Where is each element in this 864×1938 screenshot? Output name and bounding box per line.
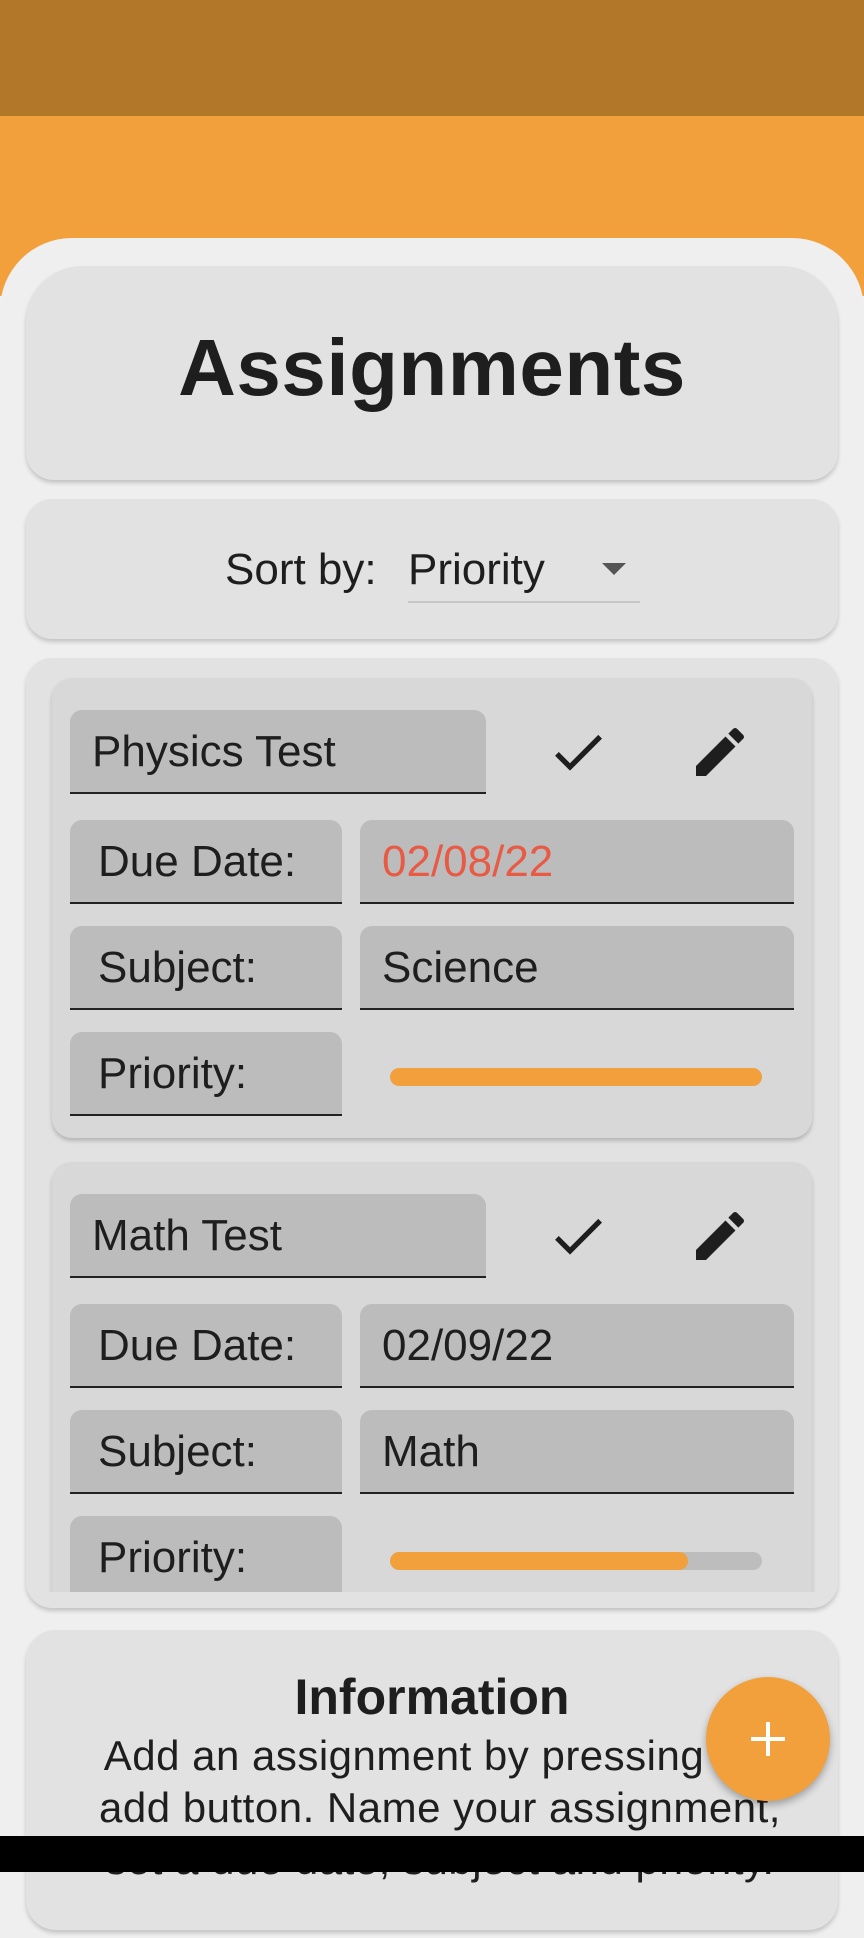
edit-button[interactable] — [688, 720, 752, 784]
sort-dropdown[interactable]: Priority — [408, 539, 640, 603]
title-card: Assignments — [26, 266, 838, 480]
priority-label: Priority: — [70, 1032, 342, 1116]
sort-value: Priority — [408, 545, 545, 594]
edit-button[interactable] — [688, 1204, 752, 1268]
sort-card: Sort by: Priority — [26, 499, 838, 639]
pencil-icon — [696, 727, 745, 776]
due-date-label: Due Date: — [70, 820, 342, 904]
due-date-field[interactable]: 02/08/22 — [360, 820, 794, 904]
assignment-list[interactable]: Physics Test Due Date: 02/08/22 Subject:… — [26, 658, 838, 1608]
check-icon — [555, 734, 602, 771]
priority-fill — [390, 1068, 762, 1086]
priority-label: Priority: — [70, 1516, 342, 1592]
priority-slider[interactable] — [390, 1068, 762, 1086]
plus-icon — [751, 1722, 785, 1756]
assignment-card: Physics Test Due Date: 02/08/22 Subject:… — [52, 678, 812, 1138]
page-title: Assignments — [178, 323, 686, 412]
due-date-field[interactable]: 02/09/22 — [360, 1304, 794, 1388]
assignment-name-field[interactable]: Physics Test — [70, 710, 486, 794]
subject-label: Subject: — [70, 1410, 342, 1494]
complete-button[interactable] — [546, 720, 610, 784]
check-icon — [555, 1218, 602, 1255]
priority-fill — [390, 1552, 688, 1570]
assignment-name-field[interactable]: Math Test — [70, 1194, 486, 1278]
priority-slider[interactable] — [390, 1552, 762, 1570]
complete-button[interactable] — [546, 1204, 610, 1268]
sort-label: Sort by: — [225, 545, 377, 594]
assignment-card: Math Test Due Date: 02/09/22 Subject: Ma… — [52, 1162, 812, 1592]
assignment-list-viewport: Physics Test Due Date: 02/08/22 Subject:… — [26, 658, 838, 1592]
pencil-icon — [696, 1211, 745, 1260]
subject-field[interactable]: Math — [360, 1410, 794, 1494]
subject-label: Subject: — [70, 926, 342, 1010]
due-date-label: Due Date: — [70, 1304, 342, 1388]
add-assignment-button[interactable] — [706, 1677, 830, 1801]
chevron-down-icon — [602, 563, 626, 575]
subject-field[interactable]: Science — [360, 926, 794, 1010]
status-bar — [0, 0, 864, 116]
navigation-bar — [0, 1836, 864, 1872]
